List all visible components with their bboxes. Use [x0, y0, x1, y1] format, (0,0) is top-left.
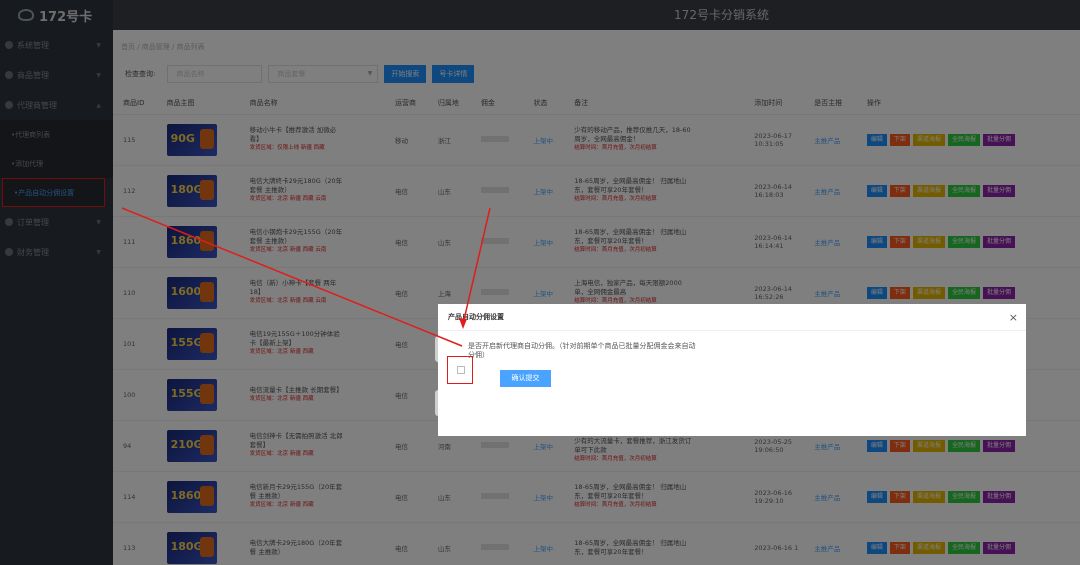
checkbox-label: 是否开启新代理商自动分佣。（针对前期单个商品已批量分配佣金会来自动分佣） — [468, 342, 696, 359]
modal-body: 是否开启新代理商自动分佣。（针对前期单个商品已批量分配佣金会来自动分佣） 确认提… — [438, 331, 1026, 436]
modal-title: 产品自动分佣设置 — [448, 313, 504, 321]
modal-header: 产品自动分佣设置 × — [438, 304, 1026, 331]
close-icon[interactable]: × — [1009, 304, 1018, 331]
highlight-box — [447, 356, 473, 384]
auto-commission-checkbox[interactable] — [457, 366, 465, 374]
modal-backdrop[interactable] — [0, 0, 1080, 565]
confirm-submit-button[interactable]: 确认提交 — [500, 370, 551, 387]
auto-commission-modal: 产品自动分佣设置 × 是否开启新代理商自动分佣。（针对前期单个商品已批量分配佣金… — [438, 304, 1026, 436]
